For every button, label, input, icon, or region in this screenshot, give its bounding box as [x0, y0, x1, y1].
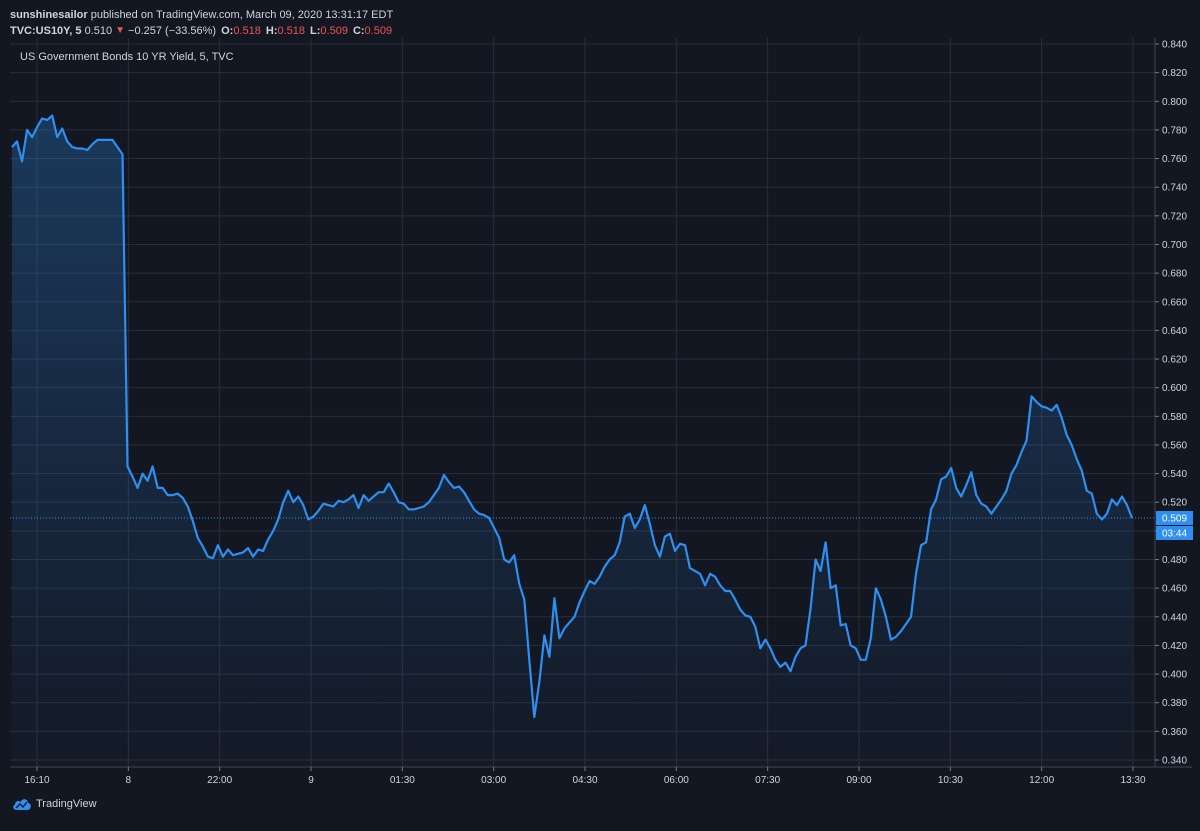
y-tick-label: 0.660	[1162, 297, 1187, 308]
x-tick-label: 12:00	[1029, 775, 1054, 786]
y-tick-label: 0.620	[1162, 355, 1187, 366]
y-tick-label: 0.400	[1162, 670, 1187, 681]
y-tick-label: 0.440	[1162, 612, 1187, 623]
y-tick-label: 0.460	[1162, 584, 1187, 595]
low-label: L:	[310, 25, 321, 37]
y-tick-label: 0.560	[1162, 440, 1187, 451]
x-tick-label: 07:30	[755, 775, 780, 786]
y-tick-label: 0.420	[1162, 641, 1187, 652]
y-tick-label: 0.360	[1162, 727, 1187, 738]
x-tick-label: 09:00	[846, 775, 871, 786]
x-tick-label: 13:30	[1120, 775, 1145, 786]
close-label: C:	[352, 25, 365, 37]
y-tick-label: 0.540	[1162, 469, 1187, 480]
tradingview-cloud-icon	[13, 799, 31, 810]
pane-title: US Government Bonds 10 YR Yield, 5, TVC	[20, 51, 234, 63]
x-tick-label: 04:30	[572, 775, 597, 786]
x-tick-label: 9	[308, 775, 314, 786]
y-tick-label: 0.780	[1162, 125, 1187, 136]
current-price-label: 0.509	[1162, 513, 1187, 524]
y-tick-label: 0.720	[1162, 211, 1187, 222]
x-tick-label: 06:00	[664, 775, 689, 786]
y-tick-label: 0.760	[1162, 154, 1187, 165]
x-tick-label: 03:00	[481, 775, 506, 786]
y-tick-label: 0.580	[1162, 412, 1187, 423]
y-tick-label: 0.840	[1162, 40, 1187, 51]
open-value: 0.518	[233, 25, 261, 37]
series-area	[12, 115, 1132, 768]
price-chart[interactable]: 0.340 0.360 0.380 0.400 0.420 0.440 0.460 0.480…	[0, 0, 1200, 831]
x-tick-label: 8	[126, 775, 132, 786]
y-tick-label: 0.800	[1162, 97, 1187, 108]
y-tick-label: 0.740	[1162, 183, 1187, 194]
y-tick-label: 0.380	[1162, 698, 1187, 709]
tradingview-branding[interactable]: TradingView	[12, 797, 97, 811]
last-value: 0.510	[84, 25, 113, 37]
publisher-username[interactable]: sunshinesailor	[10, 7, 88, 23]
high-value: 0.518	[277, 25, 306, 37]
y-tick-label: 0.340	[1162, 756, 1187, 767]
y-tick-label: 0.480	[1162, 555, 1187, 566]
y-tick-label: 0.700	[1162, 240, 1187, 251]
y-tick-label: 0.640	[1162, 326, 1187, 337]
symbol-label[interactable]: TVC:US10Y, 5	[10, 23, 82, 39]
x-tick-label: 16:10	[24, 775, 49, 786]
close-value: 0.509	[364, 25, 393, 37]
publish-info: published on TradingView.com, March 09, …	[90, 9, 394, 21]
y-tick-label: 0.680	[1162, 269, 1187, 280]
bar-time-label: 03:44	[1162, 528, 1187, 539]
triangle-down-icon: ▼	[115, 25, 126, 36]
open-label: O:	[221, 25, 234, 37]
y-tick-label: 0.600	[1162, 383, 1187, 394]
change-value: −0.257 (−33.56%)	[128, 25, 217, 37]
high-label: H:	[265, 25, 278, 37]
y-tick-label: 0.520	[1162, 498, 1187, 509]
y-axis[interactable]: 0.340 0.360 0.380 0.400 0.420 0.440 0.460 0.480…	[1155, 40, 1187, 767]
low-value: 0.509	[320, 25, 348, 37]
publish-header: sunshinesailor published on TradingView.…	[10, 7, 393, 39]
x-tick-label: 01:30	[390, 775, 415, 786]
y-tick-label: 0.820	[1162, 68, 1187, 79]
brand-name: TradingView	[36, 798, 97, 810]
x-axis[interactable]: 16:10 8 22:00 9 01:30 03:00 04:30 06:00 07:30 09:…	[24, 767, 1146, 786]
x-tick-label: 10:30	[938, 775, 963, 786]
x-tick-label: 22:00	[207, 775, 232, 786]
